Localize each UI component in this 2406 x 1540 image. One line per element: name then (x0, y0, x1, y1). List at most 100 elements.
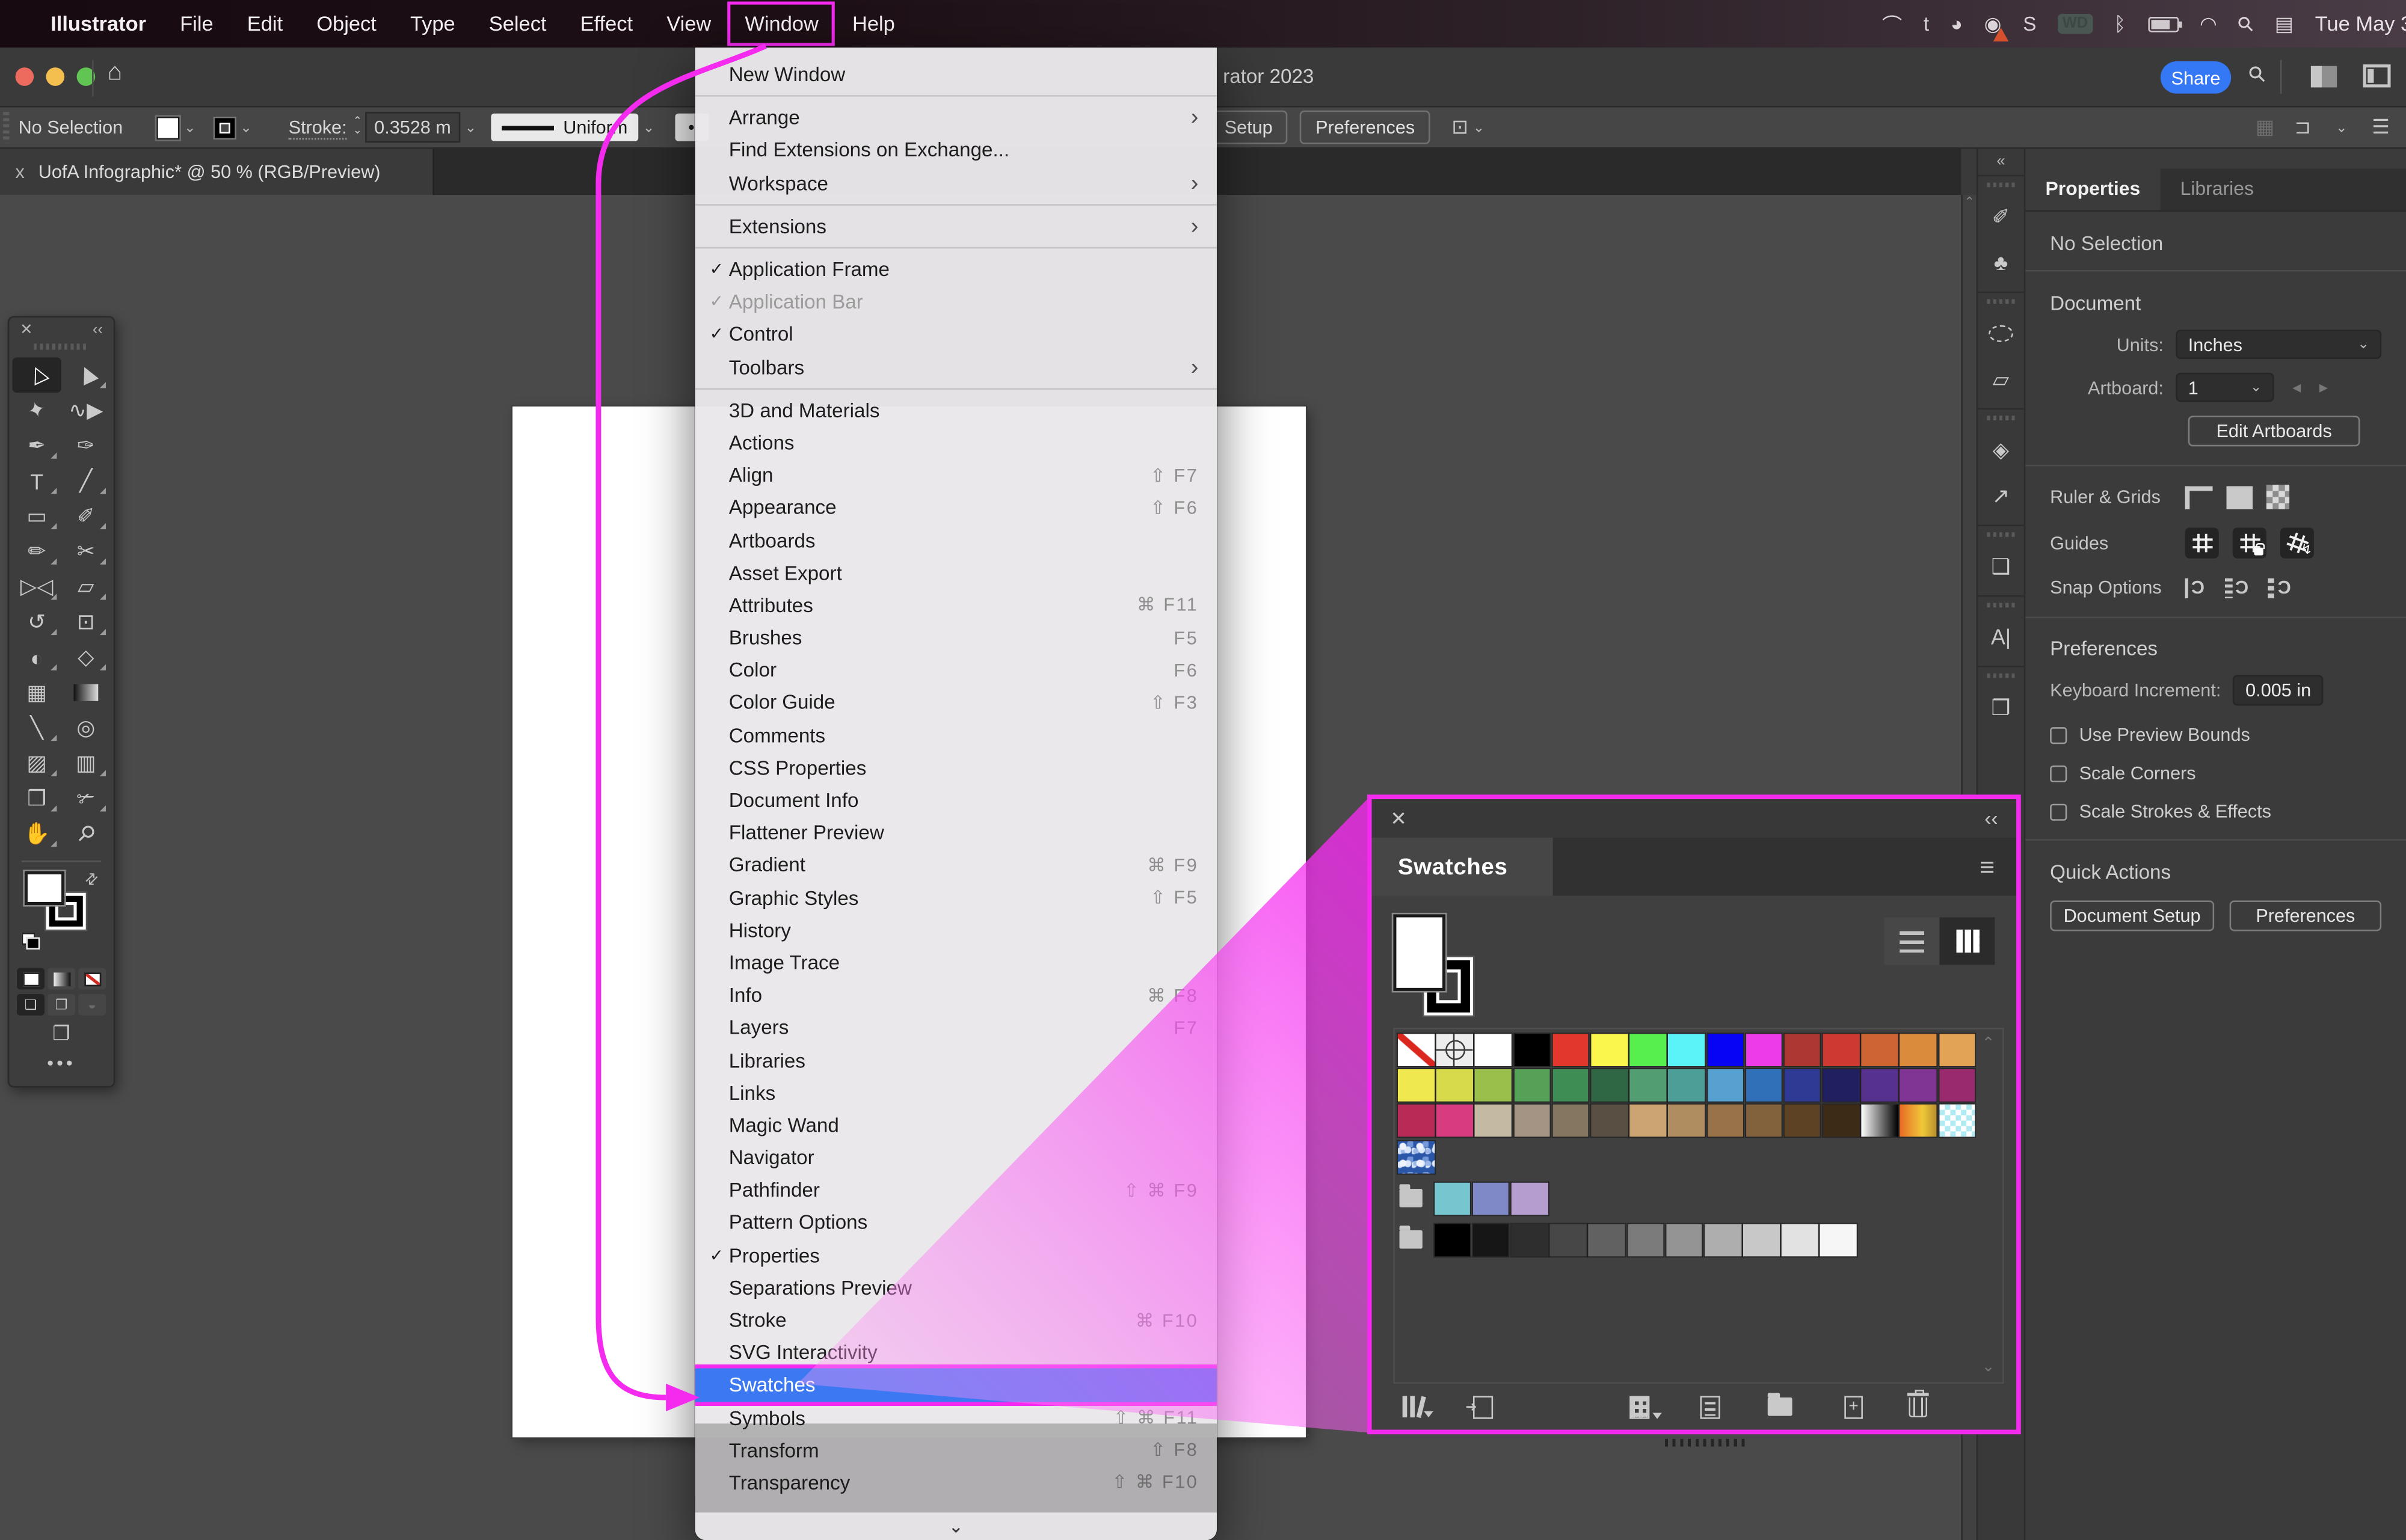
menu-item-application-frame[interactable]: ✓Application Frame (695, 253, 1217, 286)
checkbox-scale-strokes-effects[interactable]: Scale Strokes & Effects (2050, 801, 2381, 823)
artboard-tool[interactable]: ❒ (12, 781, 61, 816)
grid-view-button[interactable] (1939, 918, 1995, 965)
search-icon[interactable]: ⚲ (2242, 60, 2272, 89)
draw-behind-button[interactable]: ❐ (48, 994, 75, 1016)
swatch-59f3f8[interactable] (1669, 1034, 1705, 1066)
stroke-weight-chevron-icon[interactable]: ⌄ (465, 119, 476, 136)
menu-item-document-info[interactable]: Document Info (695, 784, 1217, 816)
stroke-weight-value[interactable]: 0.3528 m (365, 112, 460, 143)
menu-item-separations-preview[interactable]: Separations Preview (695, 1271, 1217, 1304)
zoom-tool[interactable]: ⚲ (61, 816, 111, 851)
menubar-item-edit[interactable]: Edit (230, 5, 300, 43)
menu-item-workspace[interactable]: Workspace› (695, 167, 1217, 199)
shield-status-icon[interactable]: S (2023, 12, 2036, 35)
swatch-e3a355[interactable] (1939, 1034, 1975, 1066)
new-color-group-icon[interactable] (1768, 1397, 1792, 1416)
artboard-select-tool[interactable]: ⊡ (61, 604, 111, 640)
pathfinder-icon[interactable]: ❐ (1978, 684, 2024, 731)
tourbox-status-icon[interactable]: t (1924, 12, 1929, 35)
blend-tool[interactable]: ◎ (61, 710, 111, 746)
menu-item-stroke[interactable]: Stroke⌘ F10 (695, 1304, 1217, 1336)
menu-item-comments[interactable]: Comments (695, 719, 1217, 751)
menu-item-pattern-options[interactable]: Pattern Options (695, 1206, 1217, 1239)
fill-indicator[interactable] (25, 871, 64, 905)
paint-tools-icon[interactable]: ✐ (1978, 193, 2024, 239)
creative-cloud-status-icon[interactable]: ◉ (1984, 11, 2002, 36)
selection-tool[interactable]: ▷ (12, 357, 61, 393)
swatch-594f42[interactable] (1591, 1105, 1627, 1138)
swatch-857660[interactable] (1552, 1105, 1589, 1138)
control-bar-menu-icon[interactable]: ☰ (2372, 115, 2390, 140)
preferences-button[interactable]: Preferences (1300, 111, 1430, 144)
show-rulers-icon[interactable] (2185, 485, 2213, 508)
minimize-window-button[interactable] (46, 67, 65, 86)
swatch-kinds-menu-icon[interactable] (1629, 1395, 1662, 1418)
menu-item-pathfinder[interactable]: Pathfinder⇧ ⌘ F9 (695, 1174, 1217, 1206)
dock-group-drag-handle[interactable] (1987, 181, 2015, 189)
menubar-item-file[interactable]: File (163, 5, 230, 43)
menu-item-find-extensions-on-exchange[interactable]: Find Extensions on Exchange... (695, 134, 1217, 167)
type-tool[interactable]: T (12, 463, 61, 499)
gradient-mode-button[interactable] (48, 968, 75, 990)
artboard-nav-arrows[interactable]: ◂▸ (2292, 378, 2346, 397)
swatch-gradient-white-black[interactable] (1862, 1105, 1898, 1138)
width-tool[interactable]: ▷◁ (12, 569, 61, 604)
tab-libraries[interactable]: Libraries (2160, 169, 2274, 210)
none-mode-button[interactable] (78, 968, 106, 990)
menu-item-links[interactable]: Links (695, 1076, 1217, 1109)
swatch-82613d[interactable] (1746, 1105, 1782, 1138)
pencil-tool[interactable]: ✏ (12, 534, 61, 569)
slice-tool[interactable]: ✃ (61, 781, 111, 816)
menu-item-gradient[interactable]: Gradient⌘ F9 (695, 849, 1217, 882)
menu-item-align[interactable]: Align⇧ F7 (695, 459, 1217, 491)
share-button[interactable]: Share (2161, 61, 2231, 94)
swatch-2e2e2e[interactable] (1512, 1224, 1548, 1256)
lock-guides-button[interactable] (2233, 528, 2266, 559)
swatches-fill-proxy[interactable] (1393, 914, 1445, 991)
swatch-d6da4b[interactable] (1436, 1070, 1472, 1102)
artboard-cursor-icon[interactable]: ⊡ (1451, 115, 1468, 140)
swatch-2f70b9[interactable] (1746, 1070, 1782, 1102)
stroke-chevron-icon[interactable]: ⌄ (240, 119, 251, 136)
dock-group-drag-handle[interactable] (1987, 601, 2015, 609)
transparency-grid-icon[interactable] (2266, 485, 2289, 509)
swatch-pattern-floral[interactable] (1398, 1141, 1434, 1173)
direct-selection-tool[interactable]: ▶ (61, 357, 111, 393)
swatches-close-icon[interactable]: ✕ (1390, 806, 1407, 831)
symbol-sprayer-tool[interactable]: ▨ (12, 746, 61, 781)
color-group-folder-icon[interactable] (1400, 1188, 1423, 1207)
export-icon[interactable]: ↗ (1978, 473, 2024, 519)
swatch-b59dd0[interactable] (1512, 1182, 1548, 1215)
variable-width-profile-select[interactable]: Uniform (491, 114, 638, 141)
dock-group-drag-handle[interactable] (1987, 531, 2015, 539)
tools-drag-handle[interactable] (34, 342, 89, 351)
snap-options-icon[interactable]: ⊐ (2295, 115, 2312, 140)
swatch-474747[interactable] (1550, 1224, 1586, 1256)
swatch-da8c3c[interactable] (1900, 1034, 1936, 1066)
dock-group-drag-handle[interactable] (1987, 414, 2015, 422)
add-to-library-icon[interactable] (1473, 1395, 1493, 1418)
menu-item-appearance[interactable]: Appearance⇧ F6 (695, 491, 1217, 524)
snap-to-point-icon[interactable]: Ɔ (2185, 577, 2204, 598)
checkbox-box[interactable] (2050, 726, 2067, 743)
stroke-color-well[interactable] (212, 116, 235, 139)
swatch-e2372c[interactable] (1552, 1034, 1589, 1066)
menu-scroll-more-icon[interactable]: ⌄ (695, 1515, 1217, 1537)
swatch-3c2b17[interactable] (1823, 1105, 1859, 1138)
menubar-item-effect[interactable]: Effect (564, 5, 650, 43)
dock-group-drag-handle[interactable] (1987, 298, 2015, 305)
menu-item-asset-export[interactable]: Asset Export (695, 556, 1217, 589)
eyedropper-tool[interactable]: ╲ (12, 710, 61, 746)
swatch-803595[interactable] (1900, 1070, 1936, 1102)
dock-collapse-icon[interactable]: « (1978, 149, 2024, 174)
artboard-select[interactable]: 1 ⌄ (2176, 373, 2274, 402)
swatch-scroll-up-icon[interactable]: ⌃ (1982, 1035, 1995, 1052)
swatch-7b7b7b[interactable] (1627, 1224, 1663, 1256)
swatch-000000[interactable] (1434, 1224, 1470, 1256)
wd-status-icon[interactable]: WD (2058, 14, 2093, 34)
delete-swatch-icon[interactable] (1909, 1397, 1927, 1417)
workspace-switcher-icon[interactable] (2311, 66, 2337, 88)
lasso-tool[interactable]: ∿▶ (61, 393, 111, 428)
swatch-e2e2e2[interactable] (1782, 1224, 1818, 1256)
close-window-button[interactable] (16, 67, 34, 86)
